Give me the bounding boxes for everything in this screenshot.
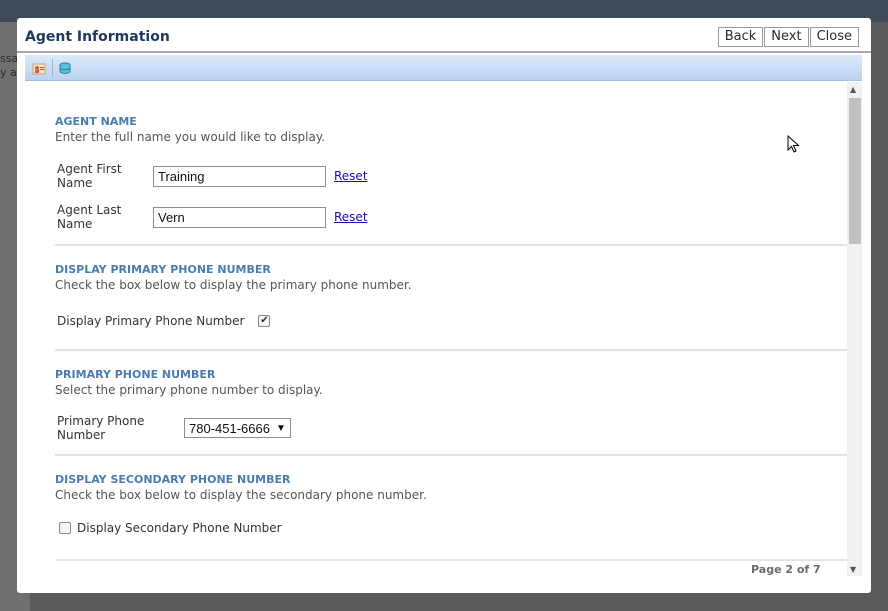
scroll-down-arrow-icon[interactable]: ▼	[850, 565, 856, 574]
last-name-input[interactable]	[153, 206, 326, 228]
mouse-cursor-icon	[787, 135, 800, 153]
back-button[interactable]: Back	[717, 27, 764, 47]
first-name-input[interactable]	[153, 165, 326, 187]
background-text: ssa	[0, 52, 19, 65]
primary-phone-label: Primary Phone Number	[57, 414, 145, 442]
section-description: Check the box below to display the prima…	[55, 278, 412, 292]
first-name-row: Agent First Name Reset	[57, 162, 368, 190]
section-divider	[55, 244, 847, 246]
agent-profile-icon[interactable]	[32, 60, 46, 75]
last-name-reset-link[interactable]: Reset	[334, 210, 368, 224]
dialog-content: AGENT NAME Enter the full name you would…	[25, 82, 847, 576]
dialog-title: Agent Information	[25, 29, 170, 45]
section-title: AGENT NAME	[55, 115, 137, 128]
primary-phone-select[interactable]: 780-451-6666 ▼	[184, 418, 291, 438]
first-name-reset-link[interactable]: Reset	[334, 169, 368, 183]
agent-information-dialog: Agent Information Back Next Close AGENT …	[17, 18, 871, 593]
background-text: y a	[0, 66, 17, 79]
section-description: Select the primary phone number to displ…	[55, 383, 323, 397]
first-name-label: Agent First Name	[57, 162, 122, 190]
last-name-label: Agent Last Name	[57, 203, 122, 231]
chevron-down-icon: ▼	[275, 422, 286, 434]
agent-name-section: AGENT NAME Enter the full name you would…	[55, 115, 845, 144]
primary-phone-row: Primary Phone Number 780-451-6666 ▼	[57, 414, 291, 442]
display-secondary-row: Display Secondary Phone Number	[59, 521, 282, 535]
section-title: DISPLAY PRIMARY PHONE NUMBER	[55, 263, 271, 276]
scroll-thumb[interactable]	[849, 98, 861, 244]
section-divider	[55, 454, 847, 456]
toolbar-separator	[52, 59, 53, 77]
content-scrollbar[interactable]: ▲ ▼	[847, 82, 862, 576]
dialog-toolbar	[25, 55, 862, 81]
next-button[interactable]: Next	[764, 27, 809, 47]
scroll-up-arrow-icon[interactable]: ▲	[850, 85, 856, 94]
database-icon[interactable]	[58, 60, 72, 74]
section-title: DISPLAY SECONDARY PHONE NUMBER	[55, 473, 291, 486]
section-title: PRIMARY PHONE NUMBER	[55, 368, 216, 381]
display-primary-label: Display Primary Phone Number	[57, 314, 245, 328]
dialog-title-bar: Agent Information Back Next Close	[17, 18, 871, 53]
page-indicator: Page 2 of 7	[751, 563, 821, 576]
primary-phone-section: PRIMARY PHONE NUMBER Select the primary …	[55, 368, 845, 397]
display-primary-checkbox[interactable]: ✔	[258, 315, 271, 327]
close-button[interactable]: Close	[809, 27, 859, 47]
display-secondary-label: Display Secondary Phone Number	[77, 521, 282, 535]
display-secondary-section: DISPLAY SECONDARY PHONE NUMBER Check the…	[55, 473, 845, 502]
display-primary-section: DISPLAY PRIMARY PHONE NUMBER Check the b…	[55, 263, 845, 292]
section-divider	[55, 559, 847, 561]
section-description: Check the box below to display the secon…	[55, 488, 427, 502]
display-secondary-checkbox[interactable]	[59, 522, 71, 534]
primary-phone-select-value: 780-451-6666	[189, 420, 270, 436]
display-primary-row: Display Primary Phone Number ✔	[57, 314, 271, 328]
dialog-nav-buttons: Back Next Close	[717, 27, 859, 47]
last-name-row: Agent Last Name Reset	[57, 203, 368, 231]
section-description: Enter the full name you would like to di…	[55, 130, 326, 144]
section-divider	[55, 349, 847, 351]
